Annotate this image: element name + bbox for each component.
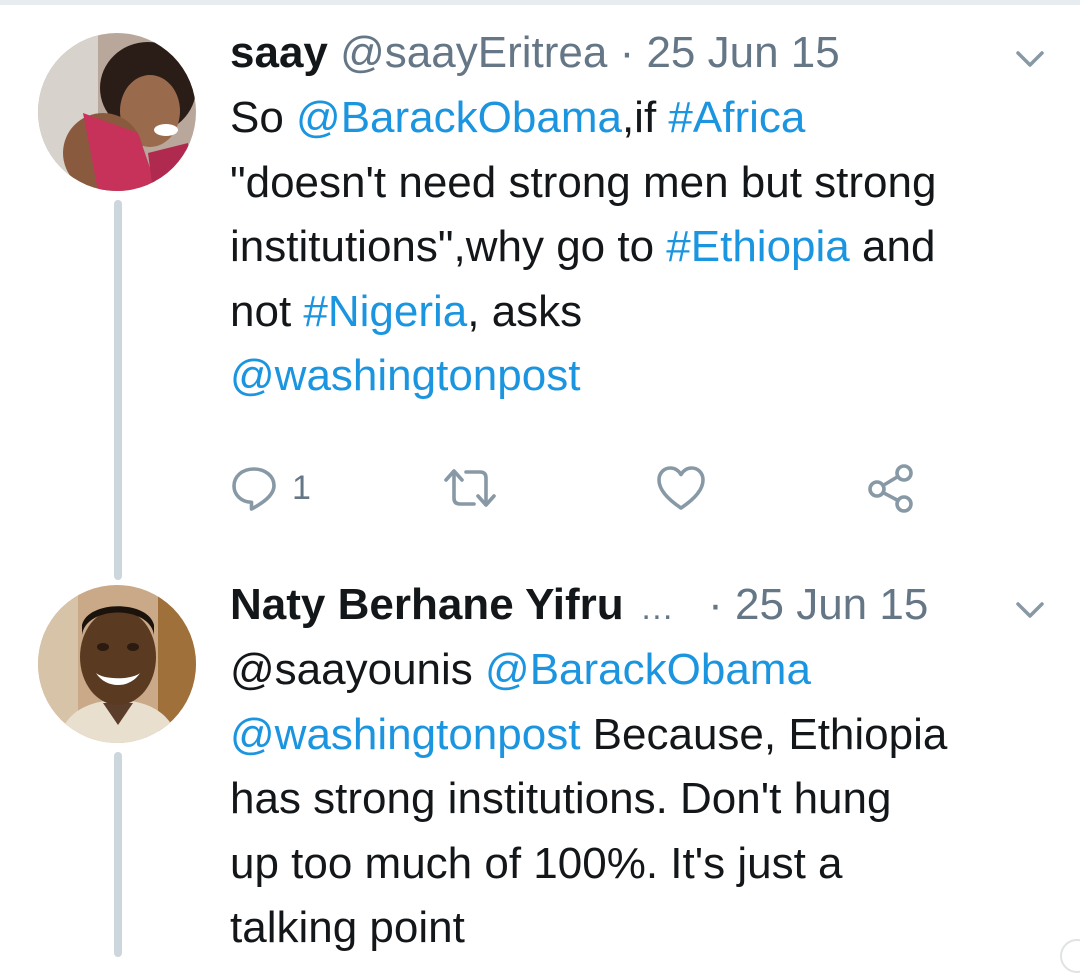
tweet-text: has strong institutions. Don't hung: [230, 774, 891, 823]
tweet-date[interactable]: 25 Jun 15: [646, 28, 839, 77]
tweet-date[interactable]: 25 Jun 15: [735, 580, 928, 629]
tweet-text-line: @saayounis @BarackObama: [230, 638, 1060, 703]
scroll-indicator: [1060, 939, 1080, 973]
tweet-text-line: has strong institutions. Don't hung: [230, 767, 1060, 832]
reply-button[interactable]: 1: [230, 460, 311, 516]
mention-link[interactable]: @BarackObama: [296, 93, 622, 142]
tweet-text-line: "doesn't need strong men but strong: [230, 151, 1060, 216]
thread-line: [114, 200, 122, 580]
mention-link[interactable]: @washingtonpost: [230, 351, 580, 400]
avatar-photo-icon: [38, 33, 196, 191]
tweet-1[interactable]: saay @saayEritrea · 25 Jun 15 So @Barack…: [0, 0, 1080, 580]
tweet-text: institutions",why go to: [230, 222, 666, 271]
tweet-text: So: [230, 93, 296, 142]
reply-icon: [230, 464, 278, 512]
hashtag-link[interactable]: #Ethiopia: [666, 222, 849, 271]
retweet-button[interactable]: [442, 460, 498, 516]
heart-icon: [656, 464, 706, 512]
thread-line: [114, 752, 122, 957]
tweet-text: talking point: [230, 903, 465, 952]
chevron-down-icon[interactable]: [1015, 49, 1045, 69]
tweet-text: not: [230, 287, 303, 336]
like-button[interactable]: [656, 460, 706, 516]
author-name[interactable]: saay: [230, 28, 328, 77]
name-ellipsis: …: [640, 589, 674, 627]
tweet-header: Naty Berhane Yifru … · 25 Jun 15: [230, 580, 928, 633]
tweet-text: ,if: [622, 93, 668, 142]
tweet-text: , asks: [467, 287, 582, 336]
tweet-text-line: @washingtonpost: [230, 344, 1060, 409]
tweet-text-line: up too much of 100%. It's just a: [230, 832, 1060, 897]
author-name[interactable]: Naty Berhane Yifru: [230, 580, 624, 629]
tweet-text: [473, 645, 485, 694]
tweet-text: up too much of 100%. It's just a: [230, 839, 843, 888]
separator-dot: ·: [708, 580, 723, 629]
separator-dot: ·: [620, 28, 635, 77]
tweet-text: "doesn't need strong men but strong: [230, 158, 936, 207]
tweet-text: and: [850, 222, 936, 271]
tweet-text: @saayounis: [230, 645, 473, 694]
tweet-header: saay @saayEritrea · 25 Jun 15: [230, 28, 840, 78]
share-icon: [866, 463, 916, 513]
tweet-body: So @BarackObama,if #Africa "doesn't need …: [230, 86, 1060, 409]
avatar-photo-icon: [38, 585, 196, 743]
chevron-down-icon[interactable]: [1015, 600, 1045, 620]
reply-count: 1: [292, 469, 311, 508]
avatar[interactable]: [38, 33, 196, 191]
hashtag-link[interactable]: #Africa: [668, 93, 805, 142]
retweet-icon: [442, 464, 498, 512]
tweet-text-line: talking point: [230, 896, 1060, 961]
mention-link[interactable]: @BarackObama: [485, 645, 811, 694]
tweet-text-line: not #Nigeria, asks: [230, 280, 1060, 345]
avatar[interactable]: [38, 585, 196, 743]
hashtag-link[interactable]: #Nigeria: [303, 287, 467, 336]
tweet-text: Because, Ethiopia: [580, 710, 947, 759]
tweet-2[interactable]: Naty Berhane Yifru … · 25 Jun 15 @saayou…: [0, 580, 1080, 957]
tweet-text-line: So @BarackObama,if #Africa: [230, 86, 1060, 151]
tweet-actions: 1: [230, 460, 930, 516]
tweet-text-line: institutions",why go to #Ethiopia and: [230, 215, 1060, 280]
tweet-body: @saayounis @BarackObama@washingtonpost B…: [230, 638, 1060, 961]
share-button[interactable]: [866, 460, 916, 516]
mention-link[interactable]: @washingtonpost: [230, 710, 580, 759]
author-handle[interactable]: @saayEritrea: [340, 28, 607, 77]
tweet-text-line: @washingtonpost Because, Ethiopia: [230, 703, 1060, 768]
